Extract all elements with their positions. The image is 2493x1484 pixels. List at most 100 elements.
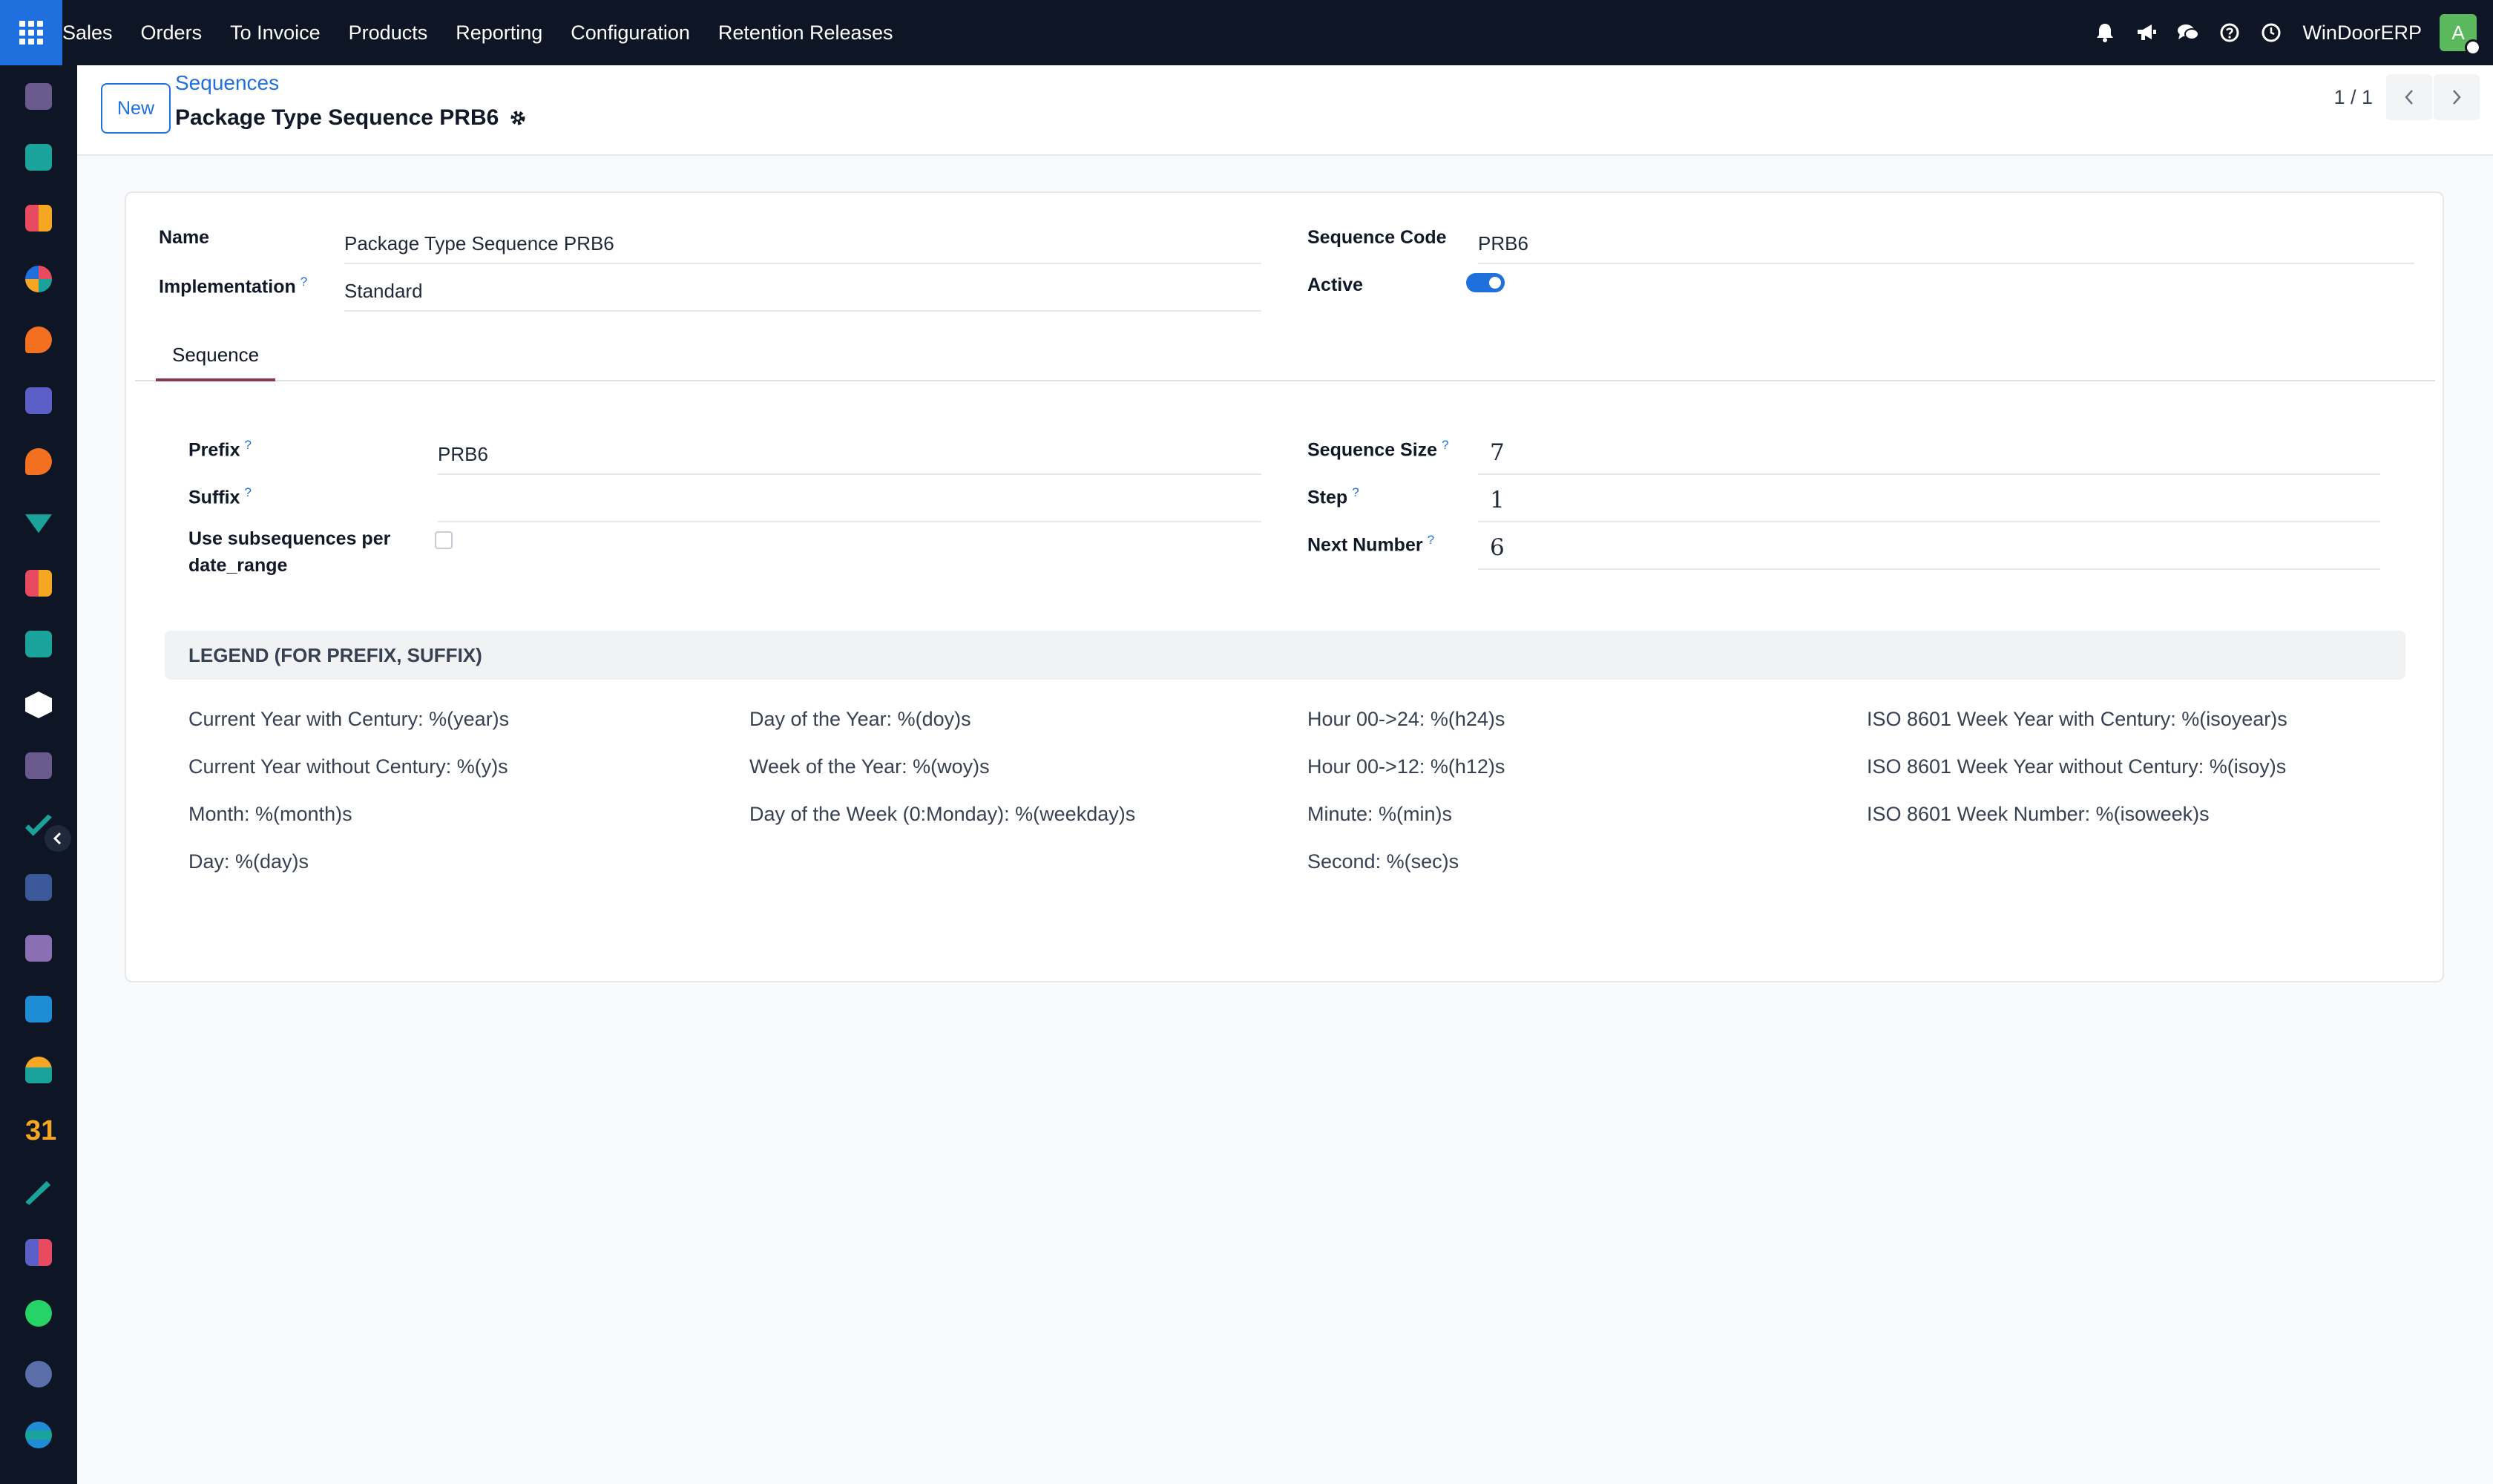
sequence-code-label: Sequence Code [1307,227,1447,248]
tab-sequence[interactable]: Sequence [156,331,276,381]
app-knowledge-icon[interactable] [25,874,52,901]
menu-orders[interactable]: Orders [127,0,217,65]
form-sheet: Name Package Type Sequence PRB6 Implemen… [125,191,2444,982]
sidebar-collapse-button[interactable] [45,825,71,852]
legend-item: Day: %(day)s [188,850,309,873]
app-sign-icon[interactable] [25,514,52,533]
top-navbar: Sales Orders To Invoice Products Reporti… [0,0,2493,65]
app-mail-icon[interactable] [25,387,52,414]
sequence-code-field[interactable]: PRB6 [1478,223,2414,264]
sequence-size-label: Sequence Size? [1307,438,1449,461]
sequence-size-field[interactable]: 7 [1478,430,2380,475]
subsequences-label-line-1: Use subsequences per [188,528,391,549]
help-tooltip-icon[interactable]: ? [1442,438,1448,452]
new-button[interactable]: New [101,83,171,134]
legend-header: LEGEND (FOR PREFIX, SUFFIX) [165,631,2405,680]
user-avatar[interactable]: A [2440,14,2481,56]
help-tooltip-icon[interactable]: ? [1352,485,1359,499]
legend-item: Month: %(month)s [188,803,352,825]
notebook-tabs: Sequence [135,331,2435,381]
suffix-field[interactable] [438,479,1261,522]
systray: WinDoorERP A [2084,0,2493,65]
name-field[interactable]: Package Type Sequence PRB6 [344,223,1261,264]
app-livechat-icon[interactable] [25,448,52,475]
app-documents-icon[interactable] [25,1181,51,1205]
app-spreadsheet-icon[interactable] [25,570,52,597]
implementation-select[interactable]: Standard [344,270,1261,312]
next-number-label: Next Number? [1307,533,1435,556]
step-field[interactable]: 1 [1478,478,2380,522]
gear-icon[interactable] [509,109,527,127]
grid-icon [19,21,43,45]
subsequences-checkbox[interactable] [435,531,453,549]
toggle-knob [1489,277,1501,289]
breadcrumb[interactable]: Sequences [175,71,279,95]
help-tooltip-icon[interactable]: ? [1428,533,1434,547]
help-tooltip-icon[interactable]: ? [300,275,307,289]
app-website-icon[interactable] [25,1422,52,1448]
app-invoicing-icon[interactable] [25,996,52,1022]
main-menu: Sales Orders To Invoice Products Reporti… [62,0,907,65]
implementation-label: Implementation? [159,275,308,298]
app-discuss-icon[interactable] [25,83,52,110]
next-number-field[interactable]: 6 [1478,525,2380,570]
help-tooltip-icon[interactable]: ? [244,485,251,499]
menu-products[interactable]: Products [335,0,442,65]
prefix-field[interactable]: PRB6 [438,432,1261,475]
pager-value[interactable]: 1 / 1 [2333,86,2373,109]
chevron-left-icon [2405,90,2413,105]
record-title: Package Type Sequence PRB6 [175,105,527,131]
app-employees-icon[interactable] [25,631,52,657]
chevron-left-icon [53,832,62,845]
control-panel: New Sequences Package Type Sequence PRB6… [77,65,2493,156]
clock-icon[interactable] [2250,0,2292,65]
menu-retention-releases[interactable]: Retention Releases [704,0,907,65]
app-dashboard-icon[interactable] [25,266,52,292]
apps-menu-button[interactable] [0,0,62,65]
apps-sidebar: 31 [0,65,77,1484]
legend-item: ISO 8601 Week Year with Century: %(isoye… [1867,708,2287,730]
app-studio-icon[interactable] [25,752,52,779]
app-time-off-icon[interactable] [25,1361,52,1388]
chevron-right-icon [2453,90,2461,105]
legend-item: Hour 00->24: %(h24)s [1307,708,1505,730]
menu-to-invoice[interactable]: To Invoice [216,0,335,65]
legend-item: Second: %(sec)s [1307,850,1459,873]
pager-next-button[interactable] [2434,74,2480,120]
company-switcher[interactable]: WinDoorERP [2302,22,2422,45]
step-label: Step? [1307,485,1359,508]
chat-icon[interactable] [2167,0,2209,65]
record-title-text: Package Type Sequence PRB6 [175,105,499,130]
suffix-label: Suffix? [188,485,252,508]
avatar-initial: A [2451,21,2465,44]
legend-item: ISO 8601 Week Year without Century: %(is… [1867,755,2287,778]
app-reporting-icon[interactable] [25,205,52,232]
active-toggle[interactable] [1466,273,1505,292]
active-label: Active [1307,275,1364,295]
name-label: Name [159,227,210,248]
legend-item: Minute: %(min)s [1307,803,1453,825]
app-inventory-icon[interactable] [25,692,52,718]
pager: 1 / 1 [2333,74,2480,120]
legend-item: Hour 00->12: %(h12)s [1307,755,1505,778]
app-apps-icon[interactable] [25,1239,52,1266]
presence-dot [2465,39,2481,56]
prefix-label: Prefix? [188,438,252,461]
megaphone-icon[interactable] [2126,0,2167,65]
app-calendar-icon[interactable]: 31 [25,1117,56,1145]
menu-reporting[interactable]: Reporting [441,0,556,65]
bell-icon[interactable] [2084,0,2126,65]
help-icon[interactable] [2209,0,2250,65]
app-whatsapp-icon[interactable] [25,1300,52,1327]
app-chat-icon[interactable] [25,326,52,353]
app-contacts-icon[interactable] [25,144,52,171]
menu-configuration[interactable]: Configuration [556,0,704,65]
app-team-icon[interactable] [25,1057,52,1083]
menu-sales[interactable]: Sales [62,0,127,65]
legend-item: Current Year with Century: %(year)s [188,708,510,730]
app-barcode-icon[interactable] [25,935,52,962]
legend-item: Current Year without Century: %(y)s [188,755,508,778]
help-tooltip-icon[interactable]: ? [244,438,251,452]
pager-previous-button[interactable] [2386,74,2432,120]
legend-item: Day of the Week (0:Monday): %(weekday)s [749,803,1136,825]
